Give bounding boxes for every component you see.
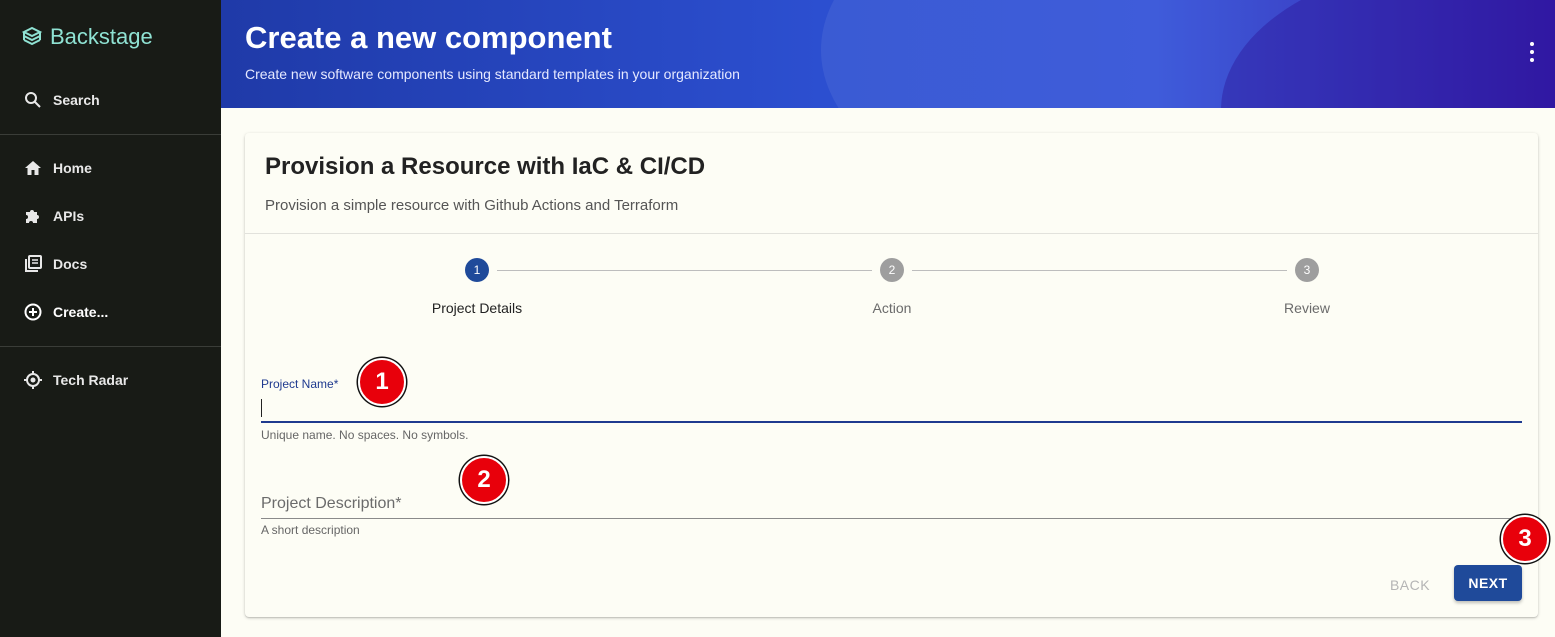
sidebar-item-home[interactable]: Home	[0, 148, 221, 188]
step-connector	[912, 270, 1287, 271]
sidebar-divider	[0, 134, 221, 135]
library-books-icon	[23, 254, 43, 274]
card-divider	[245, 233, 1538, 234]
sidebar-item-search[interactable]: Search	[0, 80, 221, 120]
project-description-input[interactable]	[261, 493, 1522, 519]
radar-icon	[23, 370, 43, 390]
backstage-logo[interactable]: Backstage	[20, 24, 153, 50]
sidebar-item-label: Create...	[53, 304, 109, 320]
project-name-label: Project Name*	[261, 377, 339, 391]
more-vert-icon[interactable]	[1527, 42, 1537, 62]
page-subtitle: Create new software components using sta…	[245, 66, 740, 82]
sidebar-item-label: Docs	[53, 256, 88, 272]
sidebar-item-label: APIs	[53, 208, 85, 224]
sidebar-item-apis[interactable]: APIs	[0, 196, 221, 236]
sidebar-item-create[interactable]: Create...	[0, 292, 221, 332]
template-description: Provision a simple resource with Github …	[265, 197, 679, 214]
back-button[interactable]: BACK	[1373, 567, 1447, 603]
puzzle-icon	[23, 206, 43, 226]
page-header: Create a new component Create new softwa…	[221, 0, 1555, 108]
annotation-marker-1: 1	[358, 358, 406, 406]
home-icon	[23, 158, 43, 178]
step-2-circle[interactable]: 2	[880, 258, 904, 282]
sidebar-item-tech-radar[interactable]: Tech Radar	[0, 360, 221, 400]
annotation-marker-3: 3	[1501, 515, 1549, 563]
template-card: Provision a Resource with IaC & CI/CD Pr…	[245, 133, 1538, 617]
sidebar-item-label: Search	[53, 92, 100, 108]
text-cursor	[261, 399, 262, 417]
next-button[interactable]: NEXT	[1454, 565, 1522, 601]
step-3-label: Review	[1284, 300, 1330, 316]
sidebar-item-label: Home	[53, 160, 92, 176]
project-name-helper: Unique name. No spaces. No symbols.	[261, 428, 469, 442]
page-title: Create a new component	[245, 20, 612, 55]
project-name-input[interactable]	[261, 395, 1522, 423]
step-1-label: Project Details	[431, 300, 523, 316]
sidebar: Backstage Search Home APIs Docs Create..…	[0, 0, 221, 637]
step-1-circle[interactable]: 1	[465, 258, 489, 282]
step-2-label: Action	[872, 300, 912, 316]
sidebar-divider	[0, 346, 221, 347]
step-3-circle[interactable]: 3	[1295, 258, 1319, 282]
search-icon	[23, 90, 43, 110]
add-circle-icon	[23, 302, 43, 322]
logo-text: Backstage	[50, 24, 153, 49]
annotation-marker-2: 2	[460, 456, 508, 504]
template-title: Provision a Resource with IaC & CI/CD	[265, 153, 706, 180]
project-description-placeholder: Project Description*	[261, 495, 402, 512]
sidebar-item-label: Tech Radar	[53, 372, 129, 388]
sidebar-item-docs[interactable]: Docs	[0, 244, 221, 284]
step-connector	[497, 270, 872, 271]
project-description-helper: A short description	[261, 523, 360, 537]
backstage-logo-icon	[21, 26, 43, 46]
